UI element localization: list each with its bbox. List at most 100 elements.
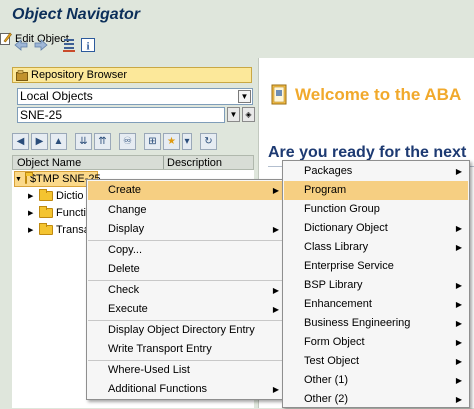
tree-node[interactable]: ▶ Dictio [28,188,84,204]
menu-item-additional-functions[interactable]: Additional Functions ▶ [88,380,285,399]
submenu-arrow-icon: ▶ [272,305,279,314]
book-icon [271,84,287,105]
menu-item-create[interactable]: Create ▶ [88,181,285,200]
menu-item-label: Change [108,204,147,216]
forward-arrow-icon[interactable]: ▶ [31,133,48,150]
submenu-arrow-icon: ▶ [455,224,462,233]
collapsed-triangle-icon[interactable]: ▶ [28,226,36,234]
submenu-item-test-object[interactable]: Test Object ▶ [284,352,468,371]
submenu-item-function-group[interactable]: Function Group [284,200,468,219]
submenu-arrow-icon: ▶ [455,167,462,176]
column-object-name[interactable]: Object Name [17,157,81,169]
menu-item-label: Where-Used List [108,364,190,376]
menu-item-label: Business Engineering [304,317,411,329]
repository-icon [16,69,28,81]
submenu-arrow-icon: ▶ [455,300,462,309]
menu-item-change[interactable]: Change [88,201,285,220]
submenu-item-enhancement[interactable]: Enhancement ▶ [284,295,468,314]
folder-icon [39,189,53,201]
forward-arrow-icon[interactable] [34,36,48,54]
welcome-heading: Welcome to the ABA [271,84,461,106]
expanded-triangle-icon[interactable]: ▼ [15,176,22,183]
menu-item-label: Function Group [304,203,380,215]
object-name-value: SNE-25 [20,108,63,122]
menu-item-label: Check [108,284,140,296]
menu-item-display[interactable]: Display ▶ [88,220,285,239]
menu-item-label: Create [108,184,142,196]
object-list-value: Local Objects [20,89,93,103]
tree-node[interactable]: ▶ Functio [28,205,92,221]
submenu-arrow-icon: ▶ [272,286,279,295]
svg-text:i: i [86,41,89,53]
submenu-arrow-icon: ▶ [455,338,462,347]
collapse-icon[interactable]: ⇈ [94,133,111,150]
menu-item-display-object-directory-entry[interactable]: Display Object Directory Entry [88,321,285,340]
menu-item-label: Enhancement [304,298,372,310]
menu-item-label: Dictionary Object [304,222,388,234]
submenu-item-dictionary-object[interactable]: Dictionary Object ▶ [284,219,468,238]
menu-item-where-used-list[interactable]: Where-Used List [88,361,285,380]
hierarchy-tree-icon[interactable]: ⊞ [144,133,161,150]
window-title: Object Navigator [12,6,141,23]
object-list-select[interactable]: Local Objects ▼ [17,88,253,105]
binoculars-icon[interactable]: ♾ [119,133,136,150]
submenu-arrow-icon: ▶ [455,243,462,252]
tree-node-label: Transa [56,224,90,236]
favorites-star-icon[interactable]: ★ [163,133,180,150]
submenu-item-business-engineering[interactable]: Business Engineering ▶ [284,314,468,333]
submenu-item-other-2[interactable]: Other (2) ▶ [284,390,468,409]
menu-item-copy[interactable]: Copy... [88,241,285,260]
submenu-arrow-icon: ▶ [455,395,462,404]
repository-browser-button[interactable]: Repository Browser [12,67,252,83]
folder-icon [39,206,53,218]
menu-item-delete[interactable]: Delete [88,260,285,279]
column-description[interactable]: Description [167,157,222,169]
submenu-item-program[interactable]: Program [284,181,468,200]
collapsed-triangle-icon[interactable]: ▶ [28,192,36,200]
submenu-item-packages[interactable]: Packages ▶ [284,162,468,181]
tree-toolbar: ◀ ▶ ▲ ⇊ ⇈ ♾ ⊞ ★ ▾ ↻ [12,133,217,151]
menu-item-label: Copy... [108,244,143,256]
menu-item-check[interactable]: Check ▶ [88,281,285,300]
submenu-arrow-icon: ▶ [455,357,462,366]
back-arrow-icon[interactable]: ◀ [12,133,29,150]
context-menu: Create ▶ Change Display ▶ Copy... Delete C… [86,179,287,400]
submenu-item-bsp-library[interactable]: BSP Library ▶ [284,276,468,295]
submenu-item-enterprise-service[interactable]: Enterprise Service [284,257,468,276]
folder-icon [39,223,53,235]
dropdown-button[interactable]: ▼ [227,107,240,122]
submenu-item-other-1[interactable]: Other (1) ▶ [284,371,468,390]
expand-icon[interactable]: ⇊ [75,133,92,150]
menu-item-label: Display [108,223,145,235]
menu-item-label: Class Library [304,241,369,253]
menu-item-label: Other (1) [304,374,349,386]
submenu-arrow-icon: ▶ [272,186,279,195]
glasses-display-button[interactable]: ◈ [242,107,255,122]
menu-item-label: Test Object [304,355,360,367]
menu-item-label: Program [304,184,347,196]
submenu-arrow-icon: ▶ [455,376,462,385]
menu-item-write-transport-entry[interactable]: Write Transport Entry [88,340,285,359]
menu-item-execute[interactable]: Execute ▶ [88,300,285,319]
menu-item-label: Form Object [304,336,365,348]
menu-item-label: Execute [108,303,148,315]
column-divider[interactable] [163,156,164,169]
chevron-down-icon[interactable]: ▼ [238,90,251,103]
object-name-input[interactable]: SNE-25 [17,107,225,123]
refresh-icon[interactable]: ↻ [200,133,217,150]
edit-object-icon [0,32,12,45]
tree-node[interactable]: ▶ Transa [28,222,90,238]
up-arrow-icon[interactable]: ▲ [50,133,67,150]
favorites-dropdown-icon[interactable]: ▾ [182,133,192,150]
hierarchy-icon[interactable] [62,36,76,54]
submenu-arrow-icon: ▶ [272,385,279,394]
welcome-text: Welcome to the ABA [295,85,462,104]
back-arrow-icon[interactable] [14,36,28,54]
submenu-item-form-object[interactable]: Form Object ▶ [284,333,468,352]
title-bar: Object Navigator [0,0,474,32]
info-icon[interactable]: i [81,36,95,54]
folder-open-icon [24,172,33,184]
submenu-item-class-library[interactable]: Class Library ▶ [284,238,468,257]
repository-browser-label: Repository Browser [31,69,127,81]
collapsed-triangle-icon[interactable]: ▶ [28,209,36,217]
